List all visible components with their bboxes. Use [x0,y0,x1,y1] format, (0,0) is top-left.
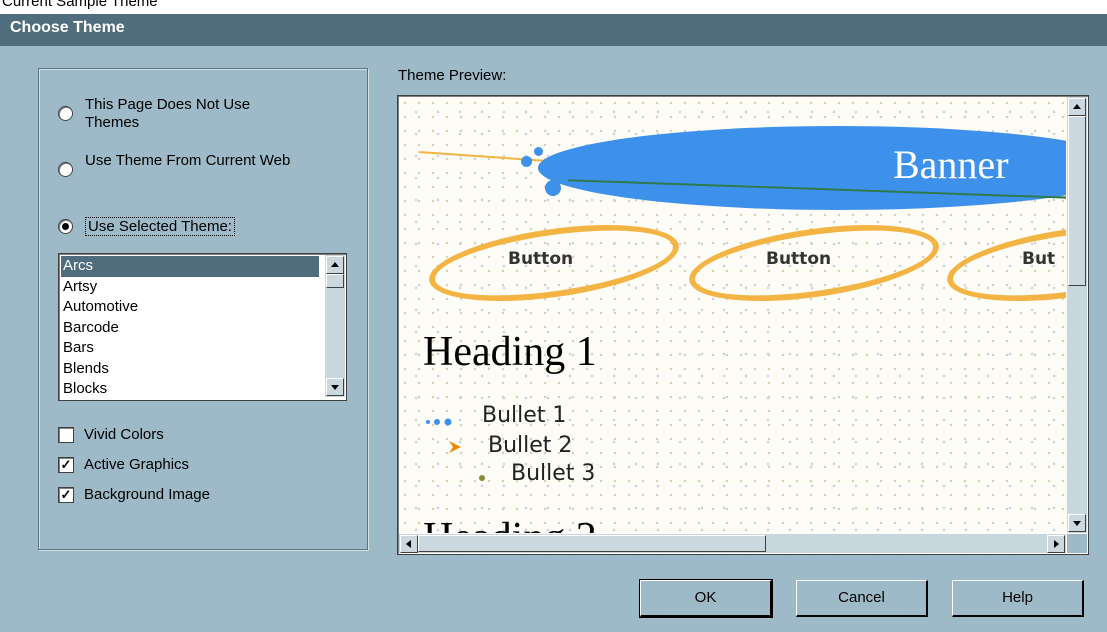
theme-list-item[interactable]: Artsy [61,277,319,298]
checkbox-label: Active Graphics [84,456,190,473]
preview-bullet-3: Bullet 3 [511,461,596,486]
preview-bullet-1: Bullet 1 [482,403,567,428]
scroll-thumb[interactable] [326,274,344,288]
preview-vertical-scrollbar[interactable] [1067,97,1087,533]
theme-list-item[interactable]: Arcs [61,256,319,277]
scroll-down-button[interactable] [326,378,344,396]
background-window-title: Current Sample Theme [2,0,158,10]
preview-bullet-2: Bullet 2 [488,433,573,458]
banner-text: Banner [893,142,1009,187]
vivid-colors-checkbox[interactable]: Vivid Colors [58,426,164,443]
background-window-titlebar: Current Sample Theme [0,0,1107,14]
radio-label: Use Selected Theme: [85,217,235,236]
checkbox[interactable] [58,426,74,443]
radio-button[interactable] [58,162,73,177]
scroll-down-button[interactable] [1068,514,1086,532]
scroll-left-button[interactable] [400,535,418,553]
theme-list-items: Arcs Artsy Automotive Barcode Bars Blends Bloc… [61,256,319,400]
checkbox[interactable]: ✓ [58,456,74,473]
theme-list-item[interactable]: Bars [61,338,319,359]
scroll-thumb[interactable] [1068,116,1086,286]
preview-horizontal-scrollbar[interactable] [399,534,1066,553]
radio-label: This Page Does Not Use Themes [85,96,251,131]
theme-list-item[interactable]: Blends [61,359,319,380]
active-graphics-checkbox[interactable]: ✓ Active Graphics [58,456,189,473]
radio-button[interactable] [58,106,73,121]
radio-current-web[interactable]: Use Theme From Current Web [58,152,305,177]
theme-list-item[interactable]: Blocks [61,379,319,400]
cancel-button[interactable]: Cancel [796,580,928,617]
banner-dot [521,156,532,167]
background-image-checkbox[interactable]: ✓ Background Image [58,486,210,503]
preview-heading-1: Heading 1 [423,329,597,375]
banner-dot [534,147,543,156]
theme-list-item[interactable]: Barcode [61,318,319,339]
banner-dot [545,180,561,196]
bullet-arrow-icon [448,440,462,454]
scroll-up-button[interactable] [1068,98,1086,116]
theme-preview: Banner Button Button But Heading 1 Bulle… [397,95,1089,555]
bullet-dot-icon [478,469,486,481]
preview-button: Button [766,249,832,269]
scroll-up-button[interactable] [326,256,344,274]
theme-list-item[interactable]: Automotive [61,297,319,318]
scroll-thumb[interactable] [418,535,766,552]
theme-preview-label: Theme Preview: [398,67,507,84]
bullet-dots-icon [424,413,458,426]
radio-selected-theme[interactable]: Use Selected Theme: [58,217,235,236]
preview-button: Button [508,249,574,269]
dialog-title: Choose Theme [10,19,125,36]
dialog-titlebar[interactable]: Choose Theme [0,14,1107,46]
preview-button: But [1022,249,1056,269]
theme-list-scrollbar[interactable] [325,255,345,397]
scroll-right-button[interactable] [1047,535,1065,553]
preview-canvas: Banner Button Button But Heading 1 Bulle… [398,96,1066,533]
checkbox-label: Vivid Colors [84,426,164,443]
scrollbar-corner [1067,534,1087,553]
radio-label: Use Theme From Current Web [85,152,291,169]
preview-heading-2: Heading 2 [423,514,597,533]
ok-button[interactable]: OK [639,579,773,618]
checkbox[interactable]: ✓ [58,486,74,503]
theme-list[interactable]: Arcs Artsy Automotive Barcode Bars Blends Bloc… [58,253,347,401]
radio-no-themes[interactable]: This Page Does Not Use Themes [58,96,305,132]
checkbox-label: Background Image [84,486,210,503]
radio-button[interactable] [58,219,73,234]
help-button[interactable]: Help [952,580,1084,617]
banner-dot [538,162,550,174]
